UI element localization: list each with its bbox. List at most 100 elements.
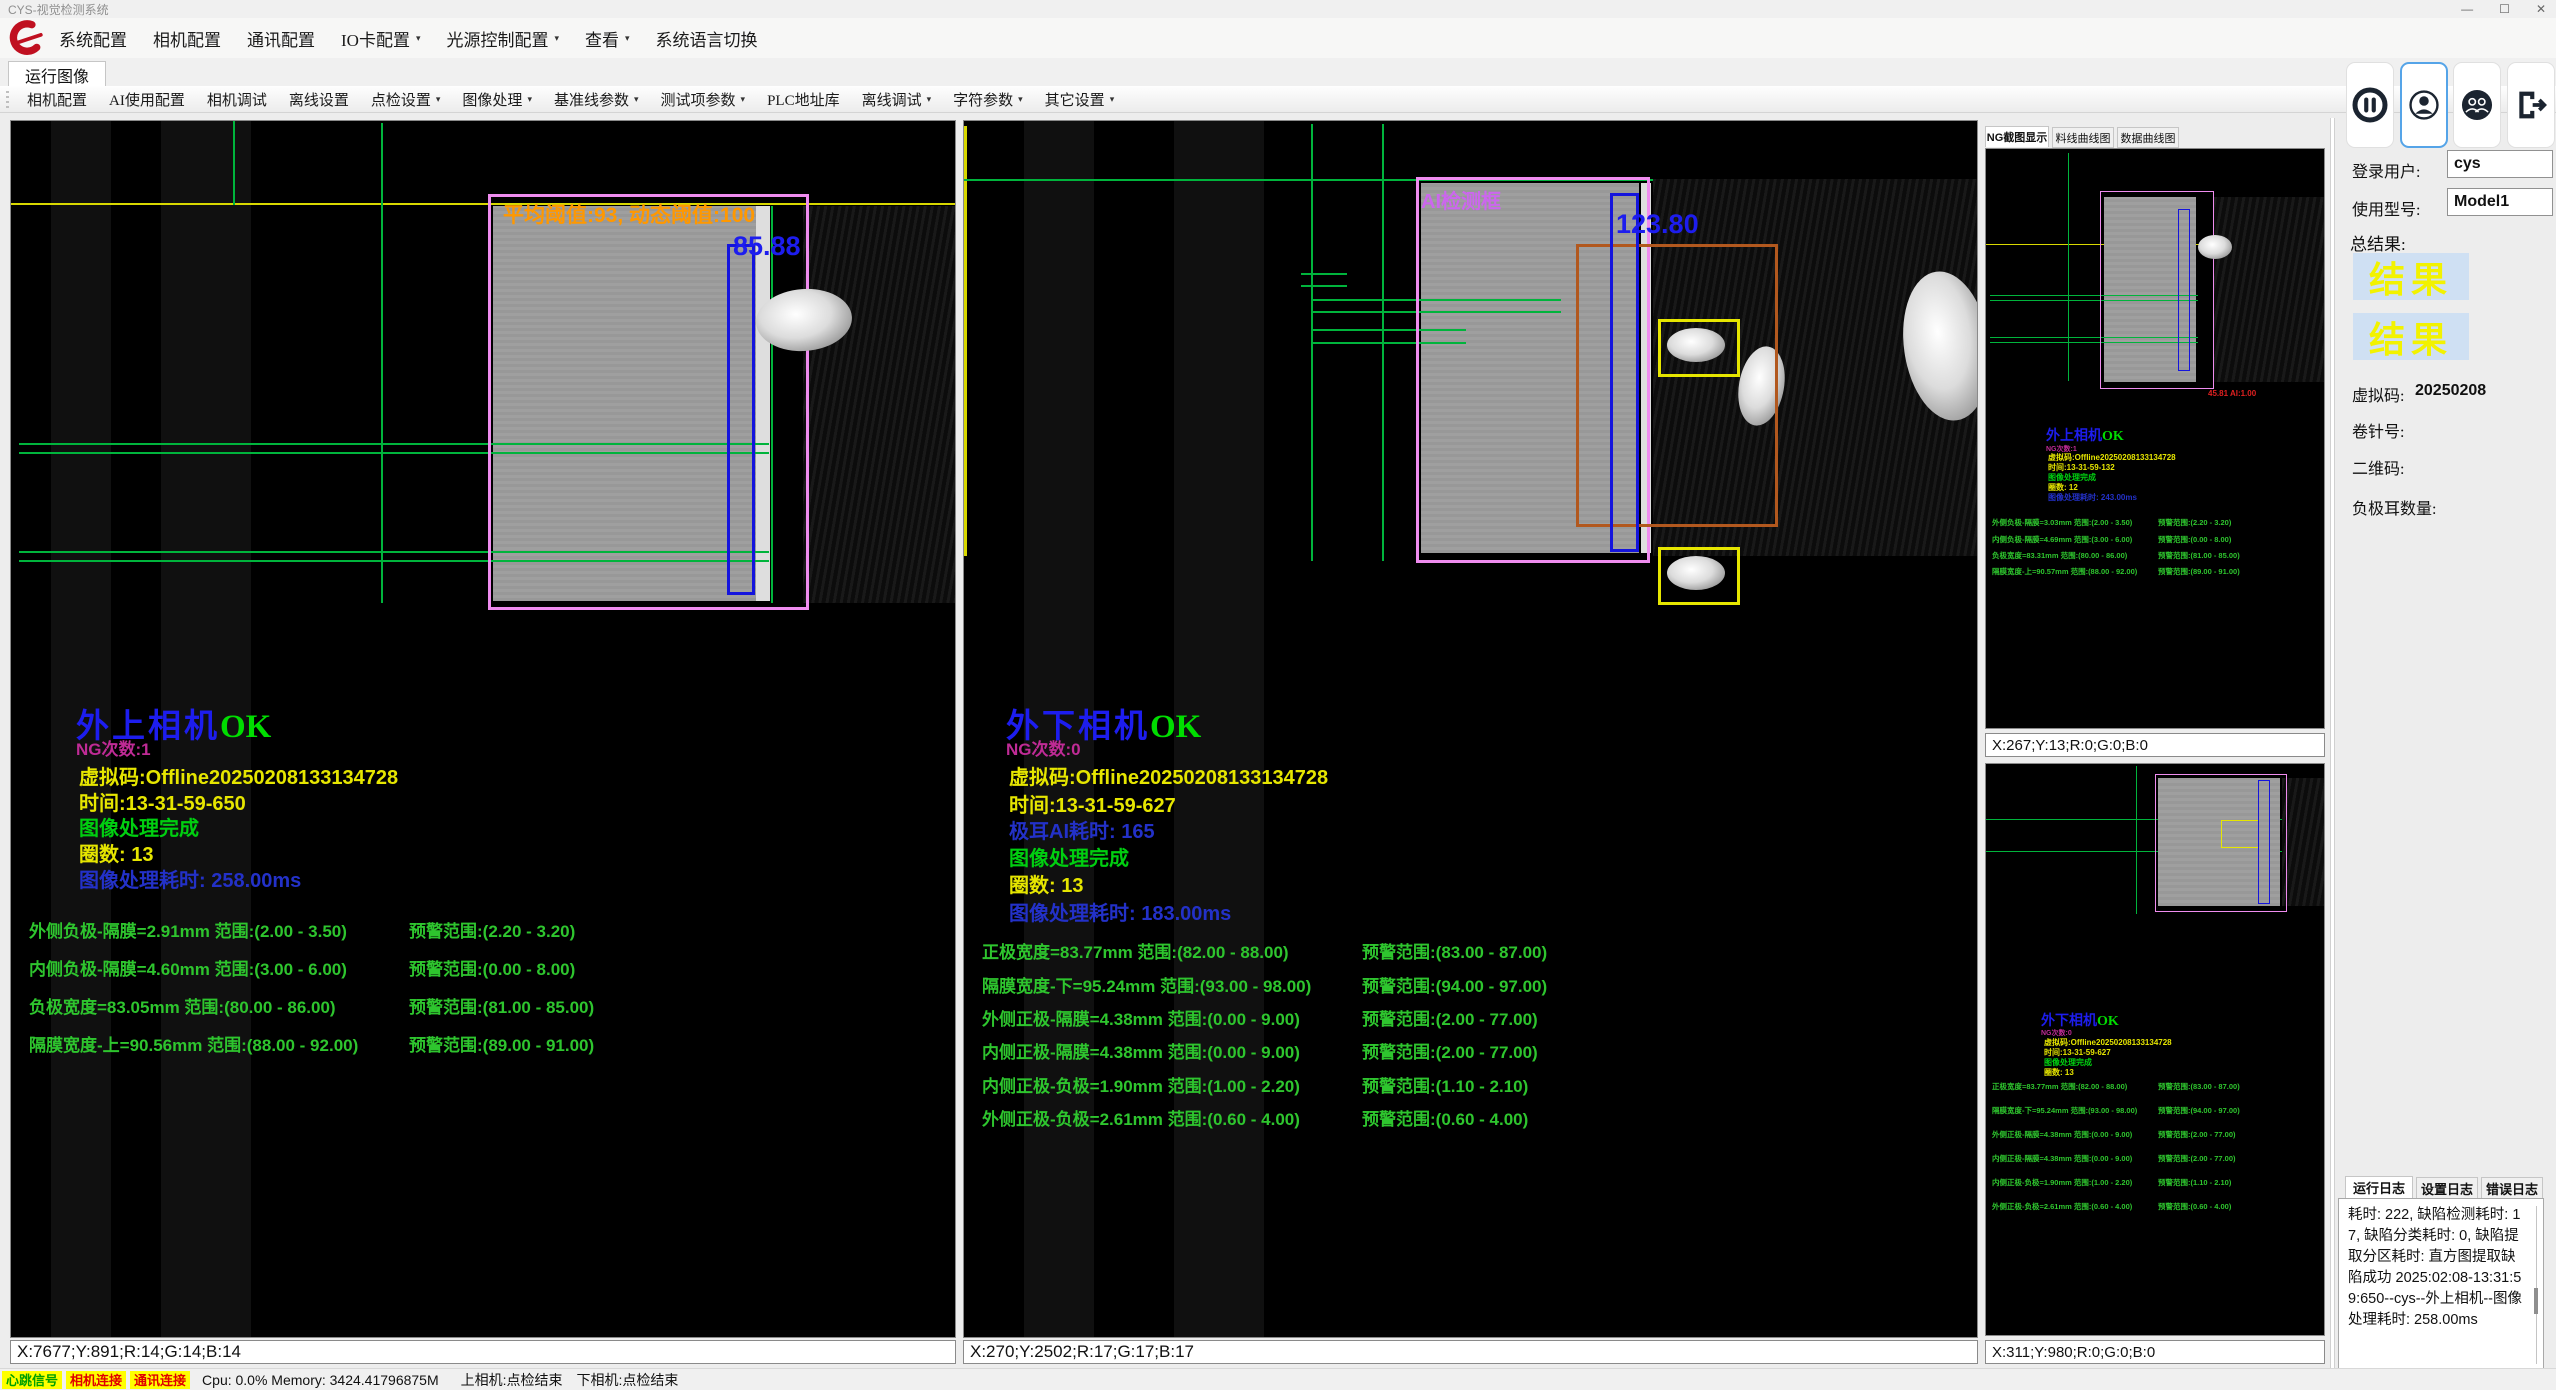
measurement-text: 内侧正极-负极=1.90mm 范围:(1.00 - 2.20) bbox=[982, 1077, 1300, 1096]
warning-range-text: 预警范围:(94.00 - 97.00) bbox=[2158, 1105, 2240, 1116]
roi-box-orange bbox=[1576, 244, 1778, 527]
ng-tab-data-curve[interactable]: 数据曲线图 bbox=[2117, 127, 2179, 148]
info-line: 圈数: 13 bbox=[1009, 869, 1083, 898]
camera-ok-status: OK bbox=[220, 709, 271, 745]
ai-score-label: 45.81 AI:1.00 bbox=[2208, 389, 2256, 398]
log-text[interactable]: 耗时: 222, 缺陷检测耗时: 17, 缺陷分类耗时: 0, 缺陷提取分区耗时… bbox=[2338, 1198, 2544, 1372]
tab-label: 运行日志 bbox=[2353, 1178, 2405, 1197]
login-user-input[interactable] bbox=[2447, 150, 2553, 178]
close-button[interactable]: ✕ bbox=[2536, 2, 2546, 16]
measurement-row: 正极宽度=83.77mm 范围:(82.00 - 88.00)预警范围:(83.… bbox=[1992, 1081, 2127, 1092]
heartbeat-indicator: 心跳信号 bbox=[2, 1371, 62, 1389]
logout-button[interactable] bbox=[2507, 62, 2555, 148]
tool-testitem-params[interactable]: 测试项参数▾ bbox=[650, 89, 757, 110]
upper-camera-status: 上相机:点检结束 bbox=[457, 1371, 567, 1389]
model-label: 使用型号: bbox=[2352, 196, 2420, 220]
tool-offline-settings[interactable]: 离线设置 bbox=[278, 89, 360, 110]
warning-range-text: 预警范围:(2.00 - 77.00) bbox=[1362, 1005, 1538, 1030]
users-icon bbox=[2458, 86, 2496, 124]
ng-tab-screenshot[interactable]: NG截图显示 bbox=[1985, 126, 2049, 147]
measurement-row: 外侧负极-隔膜=2.91mm 范围:(2.00 - 3.50)预警范围:(2.2… bbox=[29, 917, 347, 942]
chevron-down-icon: ▾ bbox=[1018, 94, 1023, 105]
menu-item-language-switch[interactable]: 系统语言切换 bbox=[643, 26, 771, 51]
result-box-1: 结果 bbox=[2353, 253, 2469, 300]
measurement-row: 内侧负极-隔膜=4.69mm 范围:(3.00 - 6.00)预警范围:(0.0… bbox=[1992, 534, 2132, 545]
info-line: 图像处理耗时: 243.00ms bbox=[2048, 492, 2137, 503]
measurement-row: 隔膜宽度-上=90.56mm 范围:(88.00 - 92.00)预警范围:(8… bbox=[29, 1031, 358, 1056]
pause-button[interactable] bbox=[2346, 62, 2394, 148]
negative-tab-count-label: 负极耳数量: bbox=[2352, 495, 2436, 519]
minimize-button[interactable]: — bbox=[2461, 2, 2473, 16]
log-scrollbar-thumb[interactable] bbox=[2534, 1288, 2538, 1314]
roll-texture bbox=[803, 206, 955, 603]
tool-baseline-params[interactable]: 基准线参数▾ bbox=[543, 89, 650, 110]
log-tab-run[interactable]: 运行日志 bbox=[2345, 1176, 2413, 1198]
tool-plc-address-lib[interactable]: PLC地址库 bbox=[756, 89, 851, 110]
measurement-row: 外侧正极-负极=2.61mm 范围:(0.60 - 4.00)预警范围:(0.6… bbox=[982, 1105, 1300, 1130]
tab-metal-blob bbox=[2198, 235, 2232, 259]
chevron-down-icon: ▾ bbox=[634, 94, 639, 105]
tool-spotcheck-settings[interactable]: 点检设置▾ bbox=[360, 89, 452, 110]
tab-run-image[interactable]: 运行图像 bbox=[8, 61, 106, 87]
menu-label: IO卡配置 bbox=[341, 26, 410, 51]
ng-preview-lower[interactable]: 外下相机OK NG次数:0 虚拟码:Offline202502081331347… bbox=[1985, 763, 2325, 1336]
tool-ai-use-config[interactable]: AI使用配置 bbox=[98, 89, 196, 110]
warning-range-text: 预警范围:(1.10 - 2.10) bbox=[1362, 1072, 1528, 1097]
ai-box-label: AI检测框 bbox=[1421, 185, 1501, 214]
menu-item-iocard-config[interactable]: IO卡配置 ▾ bbox=[328, 26, 433, 51]
log-tab-error[interactable]: 错误日志 bbox=[2481, 1177, 2543, 1199]
reel-needle-label: 卷针号: bbox=[2352, 418, 2404, 442]
chevron-down-icon: ▾ bbox=[927, 94, 932, 105]
menu-label: 通讯配置 bbox=[247, 26, 315, 51]
camera-result-title: 外下相机OK bbox=[2041, 1010, 2119, 1030]
user-icon bbox=[2405, 86, 2443, 124]
users-button[interactable] bbox=[2453, 62, 2501, 148]
log-tab-settings[interactable]: 设置日志 bbox=[2416, 1177, 2478, 1199]
ng-preview-upper[interactable]: 45.81 AI:1.00 外上相机OK NG次数:1 虚拟码:Offline2… bbox=[1985, 148, 2325, 729]
roi-box-blue bbox=[2178, 209, 2190, 371]
tool-label: 测试项参数 bbox=[661, 89, 736, 110]
logout-icon bbox=[2511, 85, 2551, 125]
roll-texture bbox=[2214, 197, 2324, 382]
menu-item-view[interactable]: 查看▾ bbox=[572, 26, 643, 51]
info-line: 图像处理完成 bbox=[79, 812, 199, 841]
status-bar: 心跳信号 相机连接 通讯连接 Cpu: 0.0% Memory: 3424.41… bbox=[0, 1368, 2556, 1390]
warning-range-text: 预警范围:(2.00 - 77.00) bbox=[2158, 1129, 2236, 1140]
measurement-row: 负极宽度=83.05mm 范围:(80.00 - 86.00)预警范围:(81.… bbox=[29, 993, 336, 1018]
width-value-label: 123.80 bbox=[1616, 209, 1699, 240]
tool-camera-config[interactable]: 相机配置 bbox=[16, 89, 98, 110]
info-line: 图像处理耗时: 258.00ms bbox=[79, 864, 301, 893]
chevron-down-icon: ▾ bbox=[1110, 94, 1115, 105]
menu-label: 查看 bbox=[585, 26, 619, 51]
maximize-button[interactable]: ☐ bbox=[2499, 2, 2510, 16]
chevron-down-icon: ▾ bbox=[416, 33, 421, 44]
tool-other-settings[interactable]: 其它设置▾ bbox=[1034, 89, 1126, 110]
info-line: 虚拟码:Offline20250208133134728 bbox=[1009, 761, 1328, 790]
coordinate-text: X:311;Y:980;R:0;G:0;B:0 bbox=[1992, 1344, 2155, 1361]
ng-tab-material-curve[interactable]: 料线曲线图 bbox=[2052, 127, 2114, 148]
tool-char-params[interactable]: 字符参数▾ bbox=[942, 89, 1034, 110]
measurement-text: 外侧正极-负极=2.61mm 范围:(0.60 - 4.00) bbox=[982, 1110, 1300, 1129]
menu-item-camera-config[interactable]: 相机配置 bbox=[140, 26, 234, 51]
log-scrollbar-track[interactable] bbox=[2536, 1206, 2537, 1364]
info-line: 时间:13-31-59-627 bbox=[1009, 789, 1176, 818]
model-input[interactable] bbox=[2447, 188, 2553, 216]
tool-image-processing[interactable]: 图像处理▾ bbox=[451, 89, 543, 110]
menu-item-comm-config[interactable]: 通讯配置 bbox=[234, 26, 328, 51]
measurement-row: 外侧正极-负极=2.61mm 范围:(0.60 - 4.00)预警范围:(0.6… bbox=[1992, 1201, 2132, 1212]
user-button[interactable] bbox=[2400, 62, 2448, 148]
lower-camera-view[interactable]: AI检测框 123.80 外下相机OK NG次数:0 虚拟码:Offline20… bbox=[963, 120, 1978, 1338]
measurement-text: 外侧负极-隔膜=3.03mm 范围:(2.00 - 3.50) bbox=[1992, 518, 2132, 527]
toolbar-grip-handle[interactable] bbox=[6, 91, 9, 108]
menu-item-light-control-config[interactable]: 光源控制配置▾ bbox=[433, 26, 572, 51]
camera-title: 外上相机 bbox=[2046, 429, 2102, 444]
panel-splitter[interactable] bbox=[2330, 118, 2335, 1368]
tool-offline-debug[interactable]: 离线调试▾ bbox=[851, 89, 943, 110]
menu-item-system-config[interactable]: 系统配置 bbox=[46, 26, 140, 51]
pause-icon bbox=[2350, 85, 2390, 125]
measurement-text: 外侧负极-隔膜=2.91mm 范围:(2.00 - 3.50) bbox=[29, 922, 347, 941]
warning-range-text: 预警范围:(0.00 - 8.00) bbox=[409, 955, 575, 980]
chevron-down-icon: ▾ bbox=[527, 94, 532, 105]
tool-camera-debug[interactable]: 相机调试 bbox=[196, 89, 278, 110]
upper-camera-view[interactable]: 平均阈值:93, 动态阈值:100 85.88 外上相机OK NG次数:1 虚拟… bbox=[10, 120, 956, 1338]
